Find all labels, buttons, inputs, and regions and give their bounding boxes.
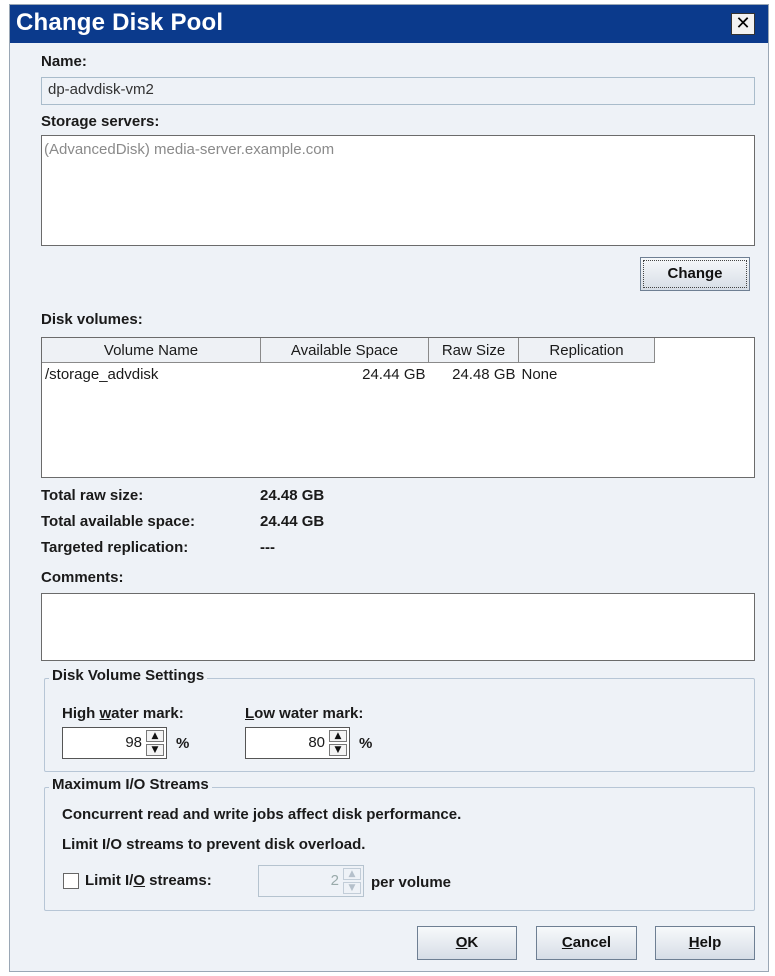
total-available-space-value: 24.44 GB — [260, 513, 325, 530]
ok-button[interactable]: OK — [417, 926, 517, 960]
total-available-space-label: Total available space: — [41, 513, 195, 530]
name-value: dp-advdisk-vm2 — [48, 81, 154, 98]
io-streams-arrows: ▲ ▼ — [343, 868, 361, 894]
max-io-streams-legend: Maximum I/O Streams — [49, 776, 212, 793]
io-info-line-2: Limit I/O streams to prevent disk overlo… — [62, 836, 366, 853]
disk-volumes-table[interactable]: Volume Name Available Space Raw Size Rep… — [41, 337, 755, 478]
cancel-button[interactable]: Cancel — [536, 926, 637, 960]
disk-volumes-grid: Volume Name Available Space Raw Size Rep… — [42, 338, 655, 385]
name-label: Name: — [41, 53, 87, 70]
storage-servers-label: Storage servers: — [41, 113, 160, 130]
comments-textarea[interactable] — [41, 593, 755, 661]
limit-io-streams-checkbox[interactable] — [63, 873, 79, 889]
spin-up-icon[interactable]: ▲ — [146, 730, 164, 742]
disk-volumes-label: Disk volumes: — [41, 311, 143, 328]
high-water-mark-spinner[interactable]: 98 ▲ ▼ — [62, 727, 167, 759]
title-bar[interactable]: Change Disk Pool ✕ — [10, 5, 768, 43]
limit-io-streams-label[interactable]: Limit I/O streams: — [85, 872, 212, 889]
spin-up-icon[interactable]: ▲ — [343, 868, 361, 880]
cell-volume-name: /storage_advdisk — [45, 365, 159, 383]
total-raw-size-value: 24.48 GB — [260, 487, 325, 504]
help-button-label: Help — [688, 934, 722, 951]
cell-raw-size: 24.48 GB — [452, 365, 516, 383]
column-header-replication[interactable]: Replication — [518, 338, 655, 363]
change-button[interactable]: Change — [640, 257, 750, 291]
io-info-line-1: Concurrent read and write jobs affect di… — [62, 806, 462, 823]
high-water-mark-label: High water mark: — [62, 705, 184, 722]
high-water-mark-arrows: ▲ ▼ — [146, 730, 164, 756]
high-water-mark-value[interactable]: 98 — [125, 734, 142, 751]
cell-replication: None — [521, 365, 558, 383]
column-header-raw-size[interactable]: Raw Size — [428, 338, 519, 363]
column-header-available-space[interactable]: Available Space — [260, 338, 429, 363]
comments-label: Comments: — [41, 569, 124, 586]
ok-button-label: OK — [455, 934, 479, 951]
high-water-mark-unit: % — [176, 735, 190, 752]
dialog-title: Change Disk Pool — [16, 9, 224, 36]
low-water-mark-unit: % — [359, 735, 373, 752]
spin-down-icon[interactable]: ▼ — [146, 744, 164, 756]
total-raw-size-label: Total raw size: — [41, 487, 144, 504]
per-volume-label: per volume — [371, 874, 452, 891]
low-water-mark-label: Low water mark: — [245, 705, 364, 722]
low-water-mark-value[interactable]: 80 — [308, 734, 325, 751]
low-water-mark-spinner[interactable]: 80 ▲ ▼ — [245, 727, 350, 759]
spin-down-icon[interactable]: ▼ — [343, 882, 361, 894]
table-row[interactable]: /storage_advdisk 24.44 GB 24.48 GB None — [42, 363, 655, 386]
storage-servers-list[interactable]: (AdvancedDisk) media-server.example.com — [41, 135, 755, 246]
help-button[interactable]: Help — [655, 926, 755, 960]
table-header-row: Volume Name Available Space Raw Size Rep… — [42, 338, 655, 363]
cancel-button-label: Cancel — [561, 934, 612, 951]
low-water-mark-arrows: ▲ ▼ — [329, 730, 347, 756]
targeted-replication-value: --- — [260, 539, 275, 556]
close-button[interactable]: ✕ — [731, 13, 755, 35]
spin-up-icon[interactable]: ▲ — [329, 730, 347, 742]
cell-available-space: 24.44 GB — [362, 365, 426, 383]
column-header-volume-name[interactable]: Volume Name — [42, 338, 261, 363]
io-streams-spinner[interactable]: 2 ▲ ▼ — [258, 865, 364, 897]
targeted-replication-label: Targeted replication: — [41, 539, 189, 556]
close-icon: ✕ — [735, 13, 751, 34]
storage-server-item[interactable]: (AdvancedDisk) media-server.example.com — [44, 141, 334, 158]
io-streams-value[interactable]: 2 — [331, 872, 339, 889]
disk-volume-settings-legend: Disk Volume Settings — [49, 667, 208, 684]
change-button-label: Change — [667, 265, 723, 282]
name-field: dp-advdisk-vm2 — [41, 77, 755, 105]
change-disk-pool-dialog: Change Disk Pool ✕ Name: dp-advdisk-vm2 … — [9, 4, 769, 972]
spin-down-icon[interactable]: ▼ — [329, 744, 347, 756]
